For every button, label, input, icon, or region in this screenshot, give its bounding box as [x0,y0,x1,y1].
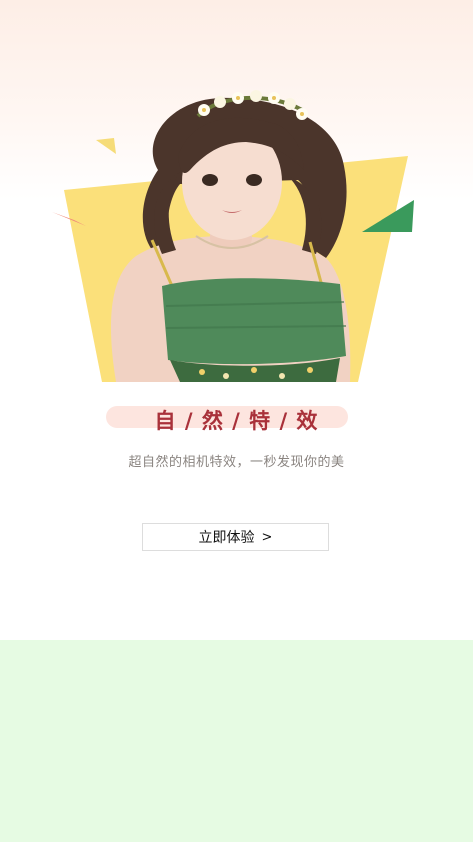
try-now-label: 立即体验 [198,530,255,546]
chevron-right-icon: > [261,529,273,545]
hero-illustration [40,80,430,390]
try-now-button[interactable]: 立即体验 > [142,523,329,551]
promo-subtitle: 超自然的相机特效，一秒发现你的美 [128,455,345,470]
yellow-shard-icon [96,138,116,154]
promo-title: 自 / 然 / 特 / 效 [154,409,319,433]
promo-title-area: 自 / 然 / 特 / 效 [0,402,473,438]
bottom-panel [0,640,473,842]
portrait-figure [110,90,351,382]
